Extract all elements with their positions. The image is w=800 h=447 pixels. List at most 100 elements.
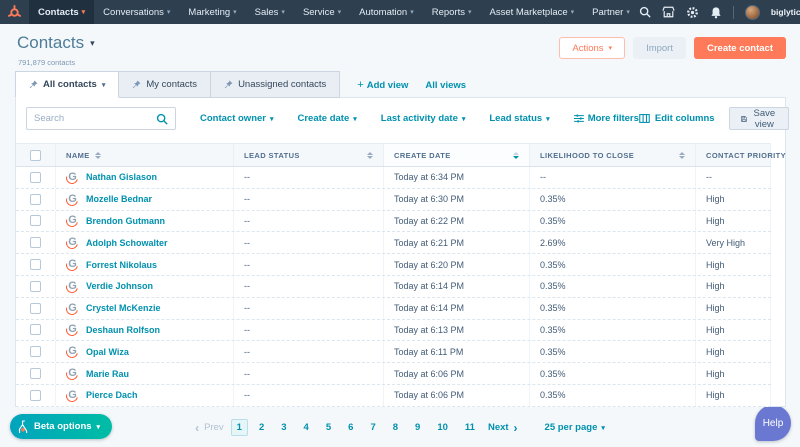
contact-name-link[interactable]: Forrest Nikolaus: [86, 260, 157, 270]
next-page-button[interactable]: Next: [488, 422, 509, 433]
pagination: ‹ Prev 123456789 10 11 Next › 25 per page …: [0, 419, 800, 436]
help-button[interactable]: Help: [755, 405, 791, 441]
page-button-7[interactable]: 7: [364, 419, 381, 436]
row-checkbox[interactable]: [30, 215, 41, 226]
prev-page-button[interactable]: Prev: [204, 422, 224, 433]
create-date-cell: Today at 6:06 PM: [384, 385, 530, 406]
create-date-cell: Today at 6:21 PM: [384, 232, 530, 253]
column-header-create-date[interactable]: CREATE DATE: [384, 144, 530, 166]
sort-arrows-icon[interactable]: [95, 152, 101, 159]
chevron-right-icon[interactable]: ›: [514, 422, 518, 434]
contact-name-link[interactable]: Nathan Gislason: [86, 172, 157, 182]
search-icon[interactable]: [639, 6, 651, 18]
row-checkbox[interactable]: [30, 303, 41, 314]
chevron-left-icon[interactable]: ‹: [195, 422, 199, 434]
page-button-3[interactable]: 3: [275, 419, 292, 436]
tab-unassigned-contacts[interactable]: Unassigned contacts: [211, 71, 340, 98]
column-header-contact-priority[interactable]: CONTACT PRIORITY: [696, 144, 771, 166]
row-checkbox[interactable]: [30, 368, 41, 379]
add-view-link[interactable]: + Add view: [357, 79, 408, 98]
row-checkbox[interactable]: [30, 194, 41, 205]
tab-my-contacts[interactable]: My contacts: [119, 71, 211, 98]
import-button[interactable]: Import: [633, 37, 686, 59]
filter-bar: Contact owner▾ Create date▾ Last activity …: [26, 107, 773, 130]
lead-status-cell: --: [234, 167, 384, 188]
lead-status-cell: --: [234, 232, 384, 253]
nav-item-sales[interactable]: Sales▾: [246, 0, 294, 24]
create-date-cell: Today at 6:34 PM: [384, 167, 530, 188]
priority-cell: High: [696, 320, 771, 341]
filter-dropdown-lead-status[interactable]: Lead status▾: [489, 113, 549, 124]
search-icon[interactable]: [156, 113, 168, 125]
page-button-5[interactable]: 5: [320, 419, 337, 436]
row-checkbox[interactable]: [30, 281, 41, 292]
page-button-9[interactable]: 9: [409, 419, 426, 436]
nav-item-reports[interactable]: Reports▾: [423, 0, 481, 24]
search-input[interactable]: [34, 113, 156, 124]
account-menu[interactable]: biglytics.net ▾: [771, 7, 800, 17]
row-checkbox[interactable]: [30, 390, 41, 401]
nav-item-conversations[interactable]: Conversations▾: [94, 0, 179, 24]
google-contact-icon: G: [66, 214, 79, 227]
select-all-checkbox[interactable]: [30, 150, 41, 161]
page-button-2[interactable]: 2: [253, 419, 270, 436]
page-button-1[interactable]: 1: [231, 419, 248, 436]
page-button-4[interactable]: 4: [298, 419, 315, 436]
create-contact-button[interactable]: Create contact: [694, 37, 786, 59]
page-button-8[interactable]: 8: [387, 419, 404, 436]
contact-name-link[interactable]: Deshaun Rolfson: [86, 325, 160, 335]
sort-arrows-icon[interactable]: [679, 152, 685, 159]
contact-name-link[interactable]: Mozelle Bednar: [86, 194, 152, 204]
page-button-6[interactable]: 6: [342, 419, 359, 436]
nav-item-partner[interactable]: Partner▾: [583, 0, 639, 24]
row-checkbox[interactable]: [30, 259, 41, 270]
title-chevron-down-icon[interactable]: ▾: [90, 38, 95, 49]
page-button-10[interactable]: 10: [431, 419, 454, 436]
create-contact-label: Create contact: [707, 43, 773, 54]
row-checkbox[interactable]: [30, 237, 41, 248]
sort-arrows-icon[interactable]: [367, 152, 373, 159]
contact-name-link[interactable]: Opal Wiza: [86, 347, 129, 357]
column-header-likelihood-to-close[interactable]: LIKELIHOOD TO CLOSE: [530, 144, 696, 166]
filter-dropdown-create-date[interactable]: Create date▾: [298, 113, 357, 124]
nav-item-contacts[interactable]: Contacts▾: [29, 0, 94, 24]
column-header-name[interactable]: NAME: [56, 144, 234, 166]
contact-name-link[interactable]: Brendon Gutmann: [86, 216, 165, 226]
row-checkbox[interactable]: [30, 324, 41, 335]
more-filters-link[interactable]: More filters: [574, 113, 639, 124]
user-avatar[interactable]: [745, 5, 760, 20]
row-checkbox[interactable]: [30, 346, 41, 357]
sort-arrows-icon[interactable]: [513, 152, 519, 159]
tab-all-contacts[interactable]: All contacts▾: [15, 71, 119, 98]
contact-name-link[interactable]: Verdie Johnson: [86, 281, 153, 291]
marketplace-icon[interactable]: [662, 6, 675, 18]
save-view-button[interactable]: Save view: [729, 107, 790, 130]
page-title-text: Contacts: [17, 33, 84, 53]
filter-dropdown-contact-owner[interactable]: Contact owner▾: [200, 113, 274, 124]
gear-icon[interactable]: [686, 6, 699, 19]
filter-dropdown-last-activity-date[interactable]: Last activity date▾: [381, 113, 466, 124]
contact-name-link[interactable]: Marie Rau: [86, 369, 129, 379]
hubspot-sprocket-logo[interactable]: [7, 5, 22, 20]
all-views-link[interactable]: All views: [425, 80, 466, 98]
beta-options-button[interactable]: Beta options ▾: [10, 414, 112, 439]
per-page-select[interactable]: 25 per page ▾: [545, 422, 605, 433]
contact-name-link[interactable]: Adolph Schowalter: [86, 238, 168, 248]
contact-name-link[interactable]: Crystel McKenzie: [86, 303, 161, 313]
contact-name-link[interactable]: Pierce Dach: [86, 390, 138, 400]
column-header-lead-status[interactable]: LEAD STATUS: [234, 144, 384, 166]
row-checkbox[interactable]: [30, 172, 41, 183]
page-button-11[interactable]: 11: [459, 419, 481, 436]
edit-columns-link[interactable]: Edit columns: [639, 113, 715, 124]
priority-cell: High: [696, 276, 771, 297]
notifications-bell-icon[interactable]: [710, 6, 722, 19]
nav-item-service[interactable]: Service▾: [294, 0, 350, 24]
nav-item-marketing[interactable]: Marketing▾: [179, 0, 245, 24]
nav-item-automation[interactable]: Automation▾: [350, 0, 423, 24]
actions-button[interactable]: Actions ▾: [559, 37, 625, 59]
filter-dropdown-label: Contact owner: [200, 113, 266, 124]
nav-item-asset-marketplace[interactable]: Asset Marketplace▾: [481, 0, 584, 24]
chevron-down-icon: ▾: [468, 8, 472, 16]
chevron-down-icon: ▾: [102, 81, 106, 89]
chevron-down-icon: ▾: [281, 8, 285, 16]
